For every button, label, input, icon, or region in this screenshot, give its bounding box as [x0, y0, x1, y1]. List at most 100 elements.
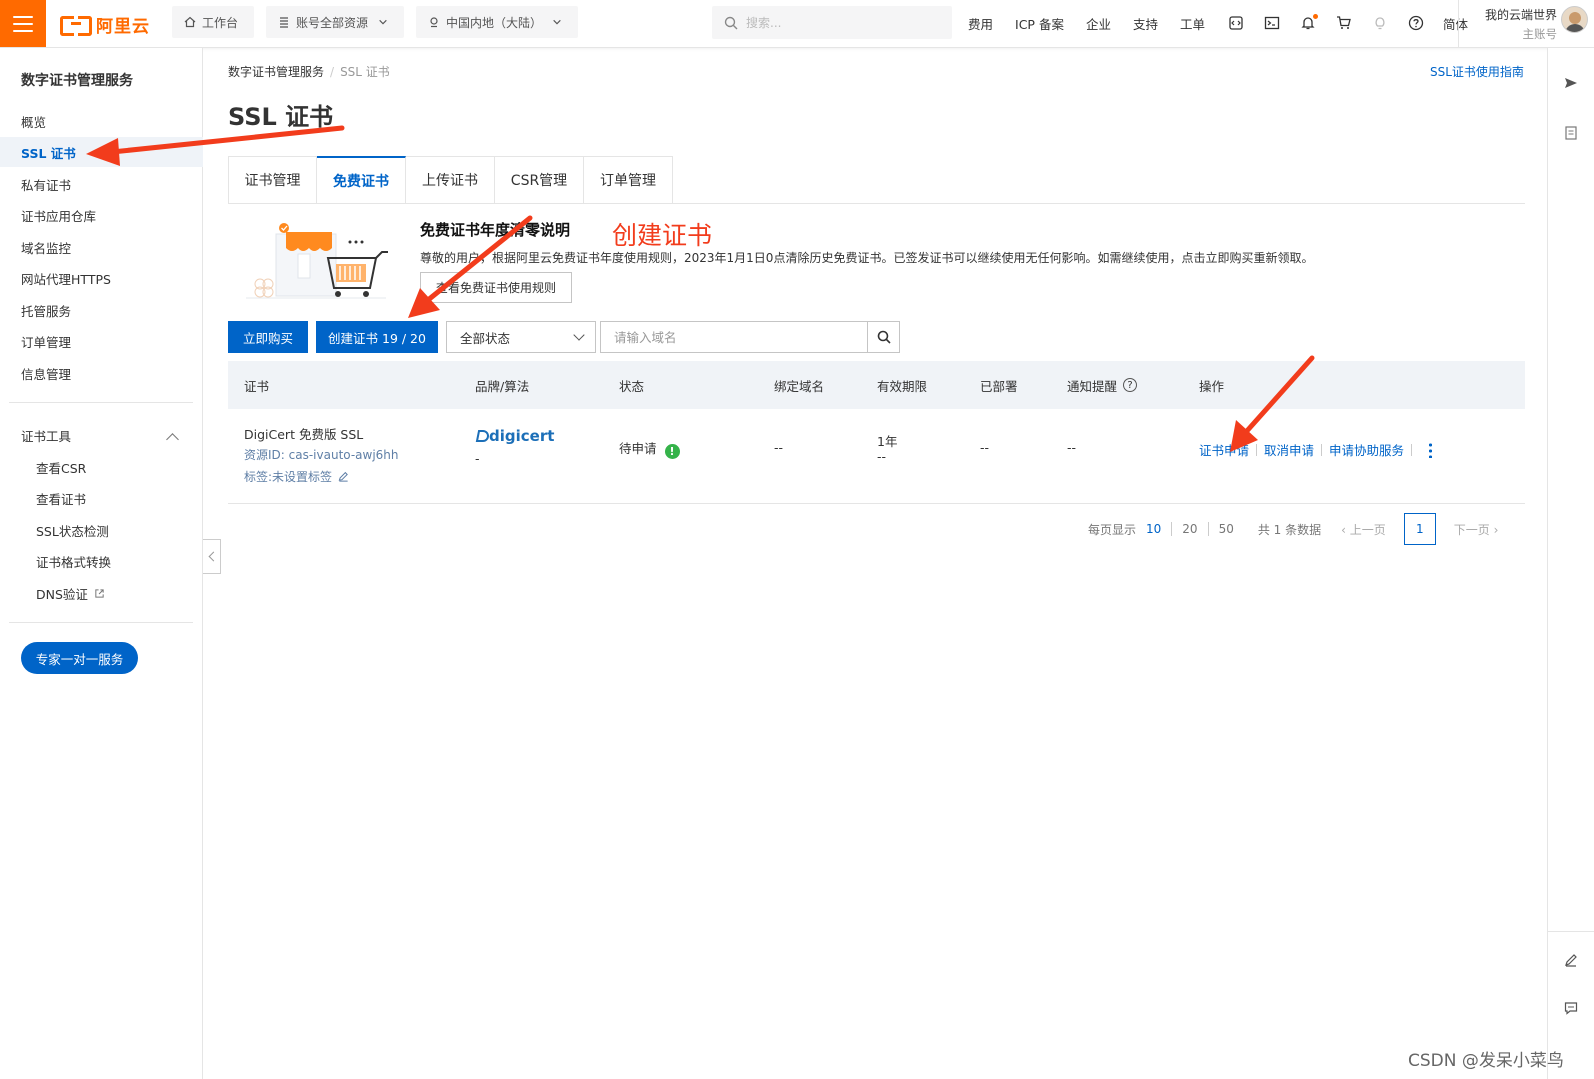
sidebar-item-view-csr[interactable]: 查看CSR — [0, 452, 203, 482]
more-actions-icon[interactable] — [1429, 442, 1433, 458]
page-number[interactable]: 1 — [1403, 513, 1436, 545]
cancel-apply-link[interactable]: 取消申请 — [1264, 443, 1314, 458]
buy-now-button[interactable]: 立即购买 — [228, 321, 308, 353]
breadcrumb-root[interactable]: 数字证书管理服务 — [228, 65, 324, 79]
col-actions: 操作 — [1199, 378, 1225, 394]
sidebar-item-ssl[interactable]: SSL 证书 — [0, 137, 203, 167]
pagination: 每页显示 10 20 50 共 1 条数据 ‹ 上一页 1 下一页 › — [1088, 512, 1498, 546]
sidebar-item-ssl-check[interactable]: SSL状态检测 — [0, 515, 203, 545]
page-size-50[interactable]: 50 — [1219, 522, 1234, 536]
account-info[interactable]: 我的云端世界 主账号 — [1465, 6, 1557, 42]
document-icon[interactable] — [1564, 126, 1578, 140]
edit-icon[interactable] — [338, 471, 349, 482]
tools-label: 证书工具 — [21, 428, 72, 444]
status-ok-icon: ! — [664, 444, 680, 459]
apply-cert-link[interactable]: 证书申请 — [1199, 443, 1249, 458]
search-icon — [724, 16, 738, 29]
sidebar-item-proxy-https[interactable]: 网站代理HTTPS — [0, 263, 203, 293]
menu-icon[interactable] — [0, 0, 46, 47]
assist-service-link[interactable]: 申请协助服务 — [1329, 443, 1404, 458]
sidebar: 数字证书管理服务 概览 SSL 证书 私有证书 证书应用仓库 域名监控 网站代理… — [0, 48, 203, 1079]
create-cert-button[interactable]: 创建证书 19 / 20 — [316, 321, 438, 353]
sidebar-item-overview[interactable]: 概览 — [0, 106, 203, 136]
per-page-label: 每页显示 — [1088, 522, 1137, 537]
bell-icon[interactable] — [1299, 14, 1318, 32]
resource-selector[interactable]: 账号全部资源 — [266, 6, 404, 38]
nav-support[interactable]: 支持 — [1133, 14, 1158, 33]
help-icon[interactable] — [1407, 14, 1425, 32]
page-size-10[interactable]: 10 — [1146, 522, 1161, 536]
sidebar-divider — [9, 622, 193, 623]
sidebar-item-orders[interactable]: 订单管理 — [0, 326, 203, 356]
nav-fees[interactable]: 费用 — [968, 14, 993, 33]
sidebar-collapse-handle[interactable] — [203, 539, 221, 574]
search-placeholder: 搜索... — [746, 16, 782, 30]
top-divider — [1458, 0, 1459, 47]
cart-icon[interactable] — [1335, 14, 1353, 32]
help-icon[interactable]: ? — [1123, 378, 1138, 392]
right-rail — [1547, 48, 1594, 1079]
annotation-label: 创建证书 — [612, 221, 713, 250]
chevron-down-icon — [379, 19, 387, 25]
region-selector[interactable]: 中国内地（大陆） — [416, 6, 578, 38]
sidebar-item-cert-repo[interactable]: 证书应用仓库 — [0, 200, 203, 230]
chevron-down-icon — [573, 329, 585, 341]
aliyun-logo[interactable]: 阿里云 — [60, 11, 150, 37]
bulb-icon[interactable] — [1371, 14, 1389, 32]
tab-order-manage[interactable]: 订单管理 — [584, 156, 673, 204]
edit-icon[interactable] — [1564, 953, 1578, 967]
sidebar-item-dns-verify[interactable]: DNS验证 — [0, 578, 203, 608]
tab-csr-manage[interactable]: CSR管理 — [495, 156, 584, 204]
nav-enterprise[interactable]: 企业 — [1086, 14, 1111, 33]
next-page[interactable]: 下一页 › — [1454, 521, 1499, 538]
terminal-icon[interactable] — [1263, 14, 1281, 32]
sidebar-item-view-cert[interactable]: 查看证书 — [0, 483, 203, 513]
validity: 1年 — [877, 434, 898, 449]
deployed: -- — [980, 440, 990, 455]
rail-divider — [1548, 931, 1594, 932]
external-link-icon — [95, 588, 104, 598]
search-icon — [877, 330, 891, 344]
aliyun-logo-icon — [60, 15, 92, 36]
breadcrumb-current: SSL 证书 — [340, 65, 390, 79]
nav-ticket[interactable]: 工单 — [1180, 14, 1205, 33]
avatar[interactable] — [1561, 6, 1588, 33]
view-rules-button[interactable]: 查看免费证书使用规则 — [420, 272, 572, 303]
col-deployed: 已部署 — [980, 378, 1018, 394]
sidebar-item-domain-monitor[interactable]: 域名监控 — [0, 232, 203, 262]
validity-sub: -- — [877, 449, 887, 464]
status-cell: 待申请! — [619, 438, 680, 459]
nav-icp[interactable]: ICP 备案 — [1015, 14, 1064, 33]
resource-id[interactable]: 资源ID: cas-ivauto-awj6hh — [244, 446, 399, 463]
expert-service-button[interactable]: 专家一对一服务 — [21, 642, 138, 674]
domain-search-button[interactable] — [867, 321, 900, 353]
sidebar-item-private-cert[interactable]: 私有证书 — [0, 169, 203, 199]
dns-verify-label: DNS验证 — [36, 586, 88, 602]
prev-page[interactable]: ‹ 上一页 — [1341, 521, 1386, 538]
domain-search-input[interactable] — [600, 321, 868, 353]
chevron-left-icon — [208, 551, 218, 562]
notice-body: 尊敬的用户，根据阿里云免费证书年度使用规则，2023年1月1日0点清除历史免费证… — [420, 251, 1314, 265]
tab-free-cert[interactable]: 免费证书 — [317, 156, 406, 204]
tab-cert-manage[interactable]: 证书管理 — [228, 156, 317, 204]
col-domain: 绑定域名 — [774, 378, 825, 394]
feedback-icon[interactable] — [1564, 1001, 1578, 1015]
sidebar-item-hosting[interactable]: 托管服务 — [0, 295, 203, 325]
send-icon[interactable] — [1564, 76, 1578, 90]
ssl-guide-link[interactable]: SSL证书使用指南 — [1430, 63, 1524, 80]
code-icon[interactable] — [1227, 14, 1245, 32]
sidebar-item-info[interactable]: 信息管理 — [0, 358, 203, 388]
global-search[interactable]: 搜索... — [712, 6, 952, 39]
watermark: CSDN @发呆小菜鸟 — [1408, 1051, 1564, 1071]
status-select[interactable]: 全部状态 — [446, 321, 596, 353]
workbench-button[interactable]: 工作台 — [172, 6, 254, 38]
total-count: 共 1 条数据 — [1257, 522, 1322, 537]
cert-tags[interactable]: 标签:未设置标签 — [244, 468, 349, 485]
page-size-20[interactable]: 20 — [1182, 522, 1197, 536]
digicert-logo: digicert — [475, 427, 554, 445]
status-text: 待申请 — [619, 441, 657, 456]
status-select-value: 全部状态 — [460, 330, 511, 346]
cert-name: DigiCert 免费版 SSL — [244, 427, 364, 442]
sidebar-item-format-convert[interactable]: 证书格式转换 — [0, 546, 203, 576]
tab-upload-cert[interactable]: 上传证书 — [406, 156, 495, 204]
